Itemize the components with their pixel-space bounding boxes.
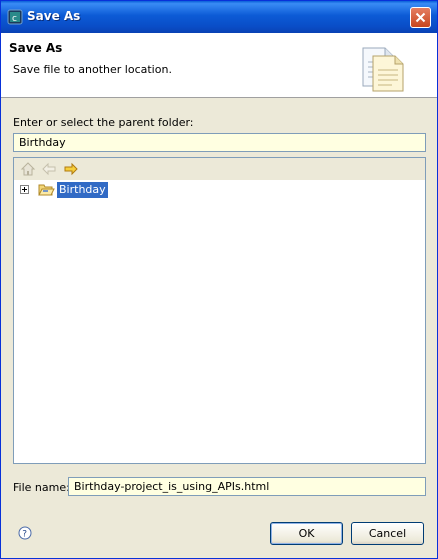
close-icon [415, 12, 426, 23]
back-arrow-icon[interactable] [40, 160, 58, 178]
svg-text:?: ? [22, 530, 27, 540]
file-name-label: File name: [13, 481, 70, 494]
save-as-banner-icon [362, 47, 404, 92]
svg-text:c: c [12, 14, 17, 24]
expand-icon[interactable] [20, 185, 29, 194]
dialog-header: Save As Save file to another location. [1, 33, 437, 98]
parent-folder-input[interactable] [13, 133, 426, 152]
home-icon[interactable] [19, 160, 37, 178]
header-message: Save file to another location. [13, 63, 172, 76]
save-as-dialog: c Save As Save As Save file to another l… [0, 0, 438, 559]
tree-item-birthday[interactable]: Birthday [20, 182, 220, 198]
forward-arrow-icon[interactable] [62, 160, 80, 178]
open-folder-icon [38, 184, 55, 196]
app-icon: c [7, 9, 23, 25]
cancel-button[interactable]: Cancel [351, 522, 424, 545]
tree-item-label[interactable]: Birthday [57, 182, 108, 198]
parent-folder-label: Enter or select the parent folder: [13, 116, 194, 129]
ok-button[interactable]: OK [270, 522, 343, 545]
header-title: Save As [9, 41, 63, 55]
folder-tree[interactable]: Birthday [13, 157, 426, 464]
title-bar[interactable]: c Save As [1, 1, 437, 33]
tree-toolbar [14, 158, 425, 181]
close-button[interactable] [410, 7, 431, 28]
help-icon[interactable]: ? [18, 526, 32, 540]
file-name-input[interactable] [68, 477, 426, 496]
window-title: Save As [27, 9, 81, 23]
